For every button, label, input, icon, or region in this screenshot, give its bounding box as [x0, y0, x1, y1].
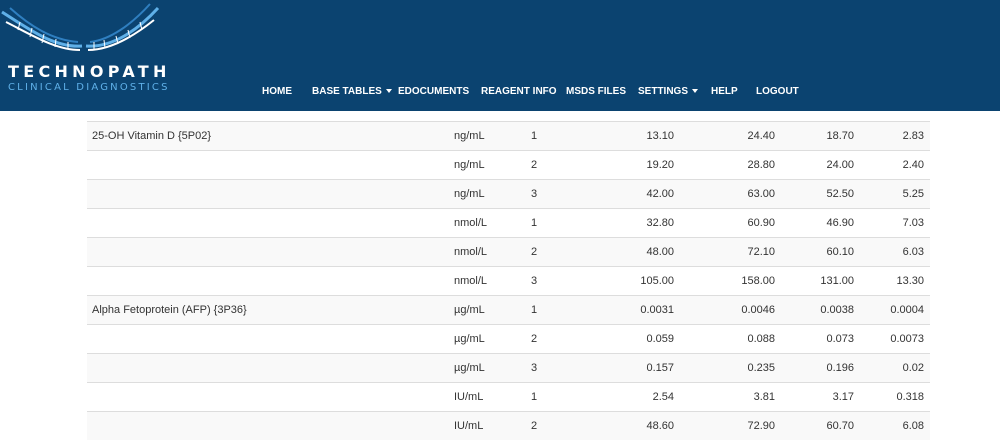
nav-home[interactable]: HOME [262, 86, 292, 97]
dna-wings-icon [1, 3, 160, 51]
level-cell: 1 [531, 304, 538, 316]
value-cell: 158.00 [741, 275, 775, 287]
unit-cell: µg/mL [454, 362, 485, 374]
unit-cell: ng/mL [454, 188, 485, 200]
value-cell: 28.80 [747, 159, 775, 171]
value-cell: 6.08 [902, 420, 924, 432]
unit-cell: nmol/L [454, 217, 488, 229]
value-cell: 105.00 [640, 275, 674, 287]
value-cell: 72.90 [747, 420, 775, 432]
value-cell: 63.00 [747, 188, 775, 200]
nav-logout[interactable]: LOGOUT [756, 86, 799, 97]
nav-base-tables[interactable]: BASE TABLES [312, 86, 392, 97]
value-cell: 0.0031 [640, 304, 674, 316]
value-cell: 60.10 [826, 246, 854, 258]
unit-cell: IU/mL [454, 391, 484, 403]
value-cell: 42.00 [646, 188, 674, 200]
level-cell: 2 [531, 246, 538, 258]
value-cell: 0.0046 [741, 304, 775, 316]
test-name-cell: Alpha Fetoprotein (AFP) {3P36} [92, 304, 247, 316]
table-row: nmol/L 3 105.00 158.00 131.00 13.30 [87, 266, 930, 295]
level-cell: 3 [531, 362, 538, 374]
value-cell: 0.02 [902, 362, 924, 374]
values-table: 25-OH Vitamin D {5P02} ng/mL 1 13.10 24.40 18… [87, 121, 930, 440]
level-cell: 2 [531, 333, 538, 345]
value-cell: 24.00 [826, 159, 854, 171]
value-cell: 48.60 [646, 420, 674, 432]
table-row: IU/mL 2 48.60 72.90 60.70 6.08 [87, 411, 930, 440]
value-cell: 0.0004 [890, 304, 924, 316]
value-cell: 2.40 [902, 159, 924, 171]
nav-settings[interactable]: SETTINGS [638, 86, 699, 97]
level-cell: 2 [531, 420, 538, 432]
value-cell: 60.90 [747, 217, 775, 229]
nav-msds-files[interactable]: MSDS FILES [566, 86, 626, 97]
table-row: µg/mL 3 0.157 0.235 0.196 0.02 [87, 353, 930, 382]
value-cell: 3.81 [753, 391, 775, 403]
table-row: ng/mL 2 19.20 28.80 24.00 2.40 [87, 150, 930, 179]
unit-cell: µg/mL [454, 304, 485, 316]
value-cell: 60.70 [826, 420, 854, 432]
logo-name: TECHNOPATH [8, 62, 171, 81]
value-cell: 5.25 [902, 188, 924, 200]
nav-reagent-info[interactable]: REAGENT INFO [481, 86, 557, 97]
table-row: ng/mL 3 42.00 63.00 52.50 5.25 [87, 179, 930, 208]
value-cell: 19.20 [646, 159, 674, 171]
unit-cell: ng/mL [454, 130, 485, 142]
value-cell: 0.318 [896, 391, 924, 403]
logo-tagline: CLINICAL DIAGNOSTICS [8, 82, 170, 93]
nav-edocuments[interactable]: EDOCUMENTS [398, 86, 469, 97]
table-row: 25-OH Vitamin D {5P02} ng/mL 1 13.10 24.40 18… [87, 121, 930, 150]
unit-cell: ng/mL [454, 159, 485, 171]
value-cell: 24.40 [747, 130, 775, 142]
value-cell: 13.30 [896, 275, 924, 287]
value-cell: 6.03 [902, 246, 924, 258]
value-cell: 0.157 [646, 362, 674, 374]
unit-cell: µg/mL [454, 333, 485, 345]
site-header: TECHNOPATH CLINICAL DIAGNOSTICS HOME BAS… [0, 0, 1000, 111]
nav-help[interactable]: HELP [711, 86, 738, 97]
unit-cell: IU/mL [454, 420, 484, 432]
value-cell: 52.50 [826, 188, 854, 200]
value-cell: 72.10 [747, 246, 775, 258]
value-cell: 48.00 [646, 246, 674, 258]
value-cell: 0.0038 [820, 304, 854, 316]
table-row: nmol/L 1 32.80 60.90 46.90 7.03 [87, 208, 930, 237]
level-cell: 1 [531, 217, 538, 229]
value-cell: 2.83 [902, 130, 924, 142]
value-cell: 7.03 [902, 217, 924, 229]
test-name-cell: 25-OH Vitamin D {5P02} [92, 130, 212, 142]
value-cell: 3.17 [832, 391, 854, 403]
level-cell: 1 [531, 391, 538, 403]
level-cell: 2 [531, 159, 538, 171]
value-cell: 0.073 [826, 333, 854, 345]
value-cell: 0.059 [646, 333, 674, 345]
value-cell: 0.088 [747, 333, 775, 345]
value-cell: 0.0073 [890, 333, 924, 345]
caret-down-icon [385, 89, 392, 94]
level-cell: 3 [531, 188, 538, 200]
value-cell: 131.00 [820, 275, 854, 287]
value-cell: 2.54 [652, 391, 674, 403]
value-cell: 18.70 [826, 130, 854, 142]
caret-down-icon [692, 89, 699, 94]
value-cell: 13.10 [646, 130, 674, 142]
value-cell: 46.90 [826, 217, 854, 229]
value-cell: 0.235 [747, 362, 775, 374]
value-cell: 0.196 [826, 362, 854, 374]
table-row: µg/mL 2 0.059 0.088 0.073 0.0073 [87, 324, 930, 353]
table-row: Alpha Fetoprotein (AFP) {3P36} µg/mL 1 0.00… [87, 295, 930, 324]
technopath-logo[interactable]: TECHNOPATH CLINICAL DIAGNOSTICS [0, 0, 170, 105]
unit-cell: nmol/L [454, 275, 488, 287]
unit-cell: nmol/L [454, 246, 488, 258]
level-cell: 1 [531, 130, 538, 142]
table-row: IU/mL 1 2.54 3.81 3.17 0.318 [87, 382, 930, 411]
table-row: nmol/L 2 48.00 72.10 60.10 6.03 [87, 237, 930, 266]
level-cell: 3 [531, 275, 538, 287]
value-cell: 32.80 [646, 217, 674, 229]
